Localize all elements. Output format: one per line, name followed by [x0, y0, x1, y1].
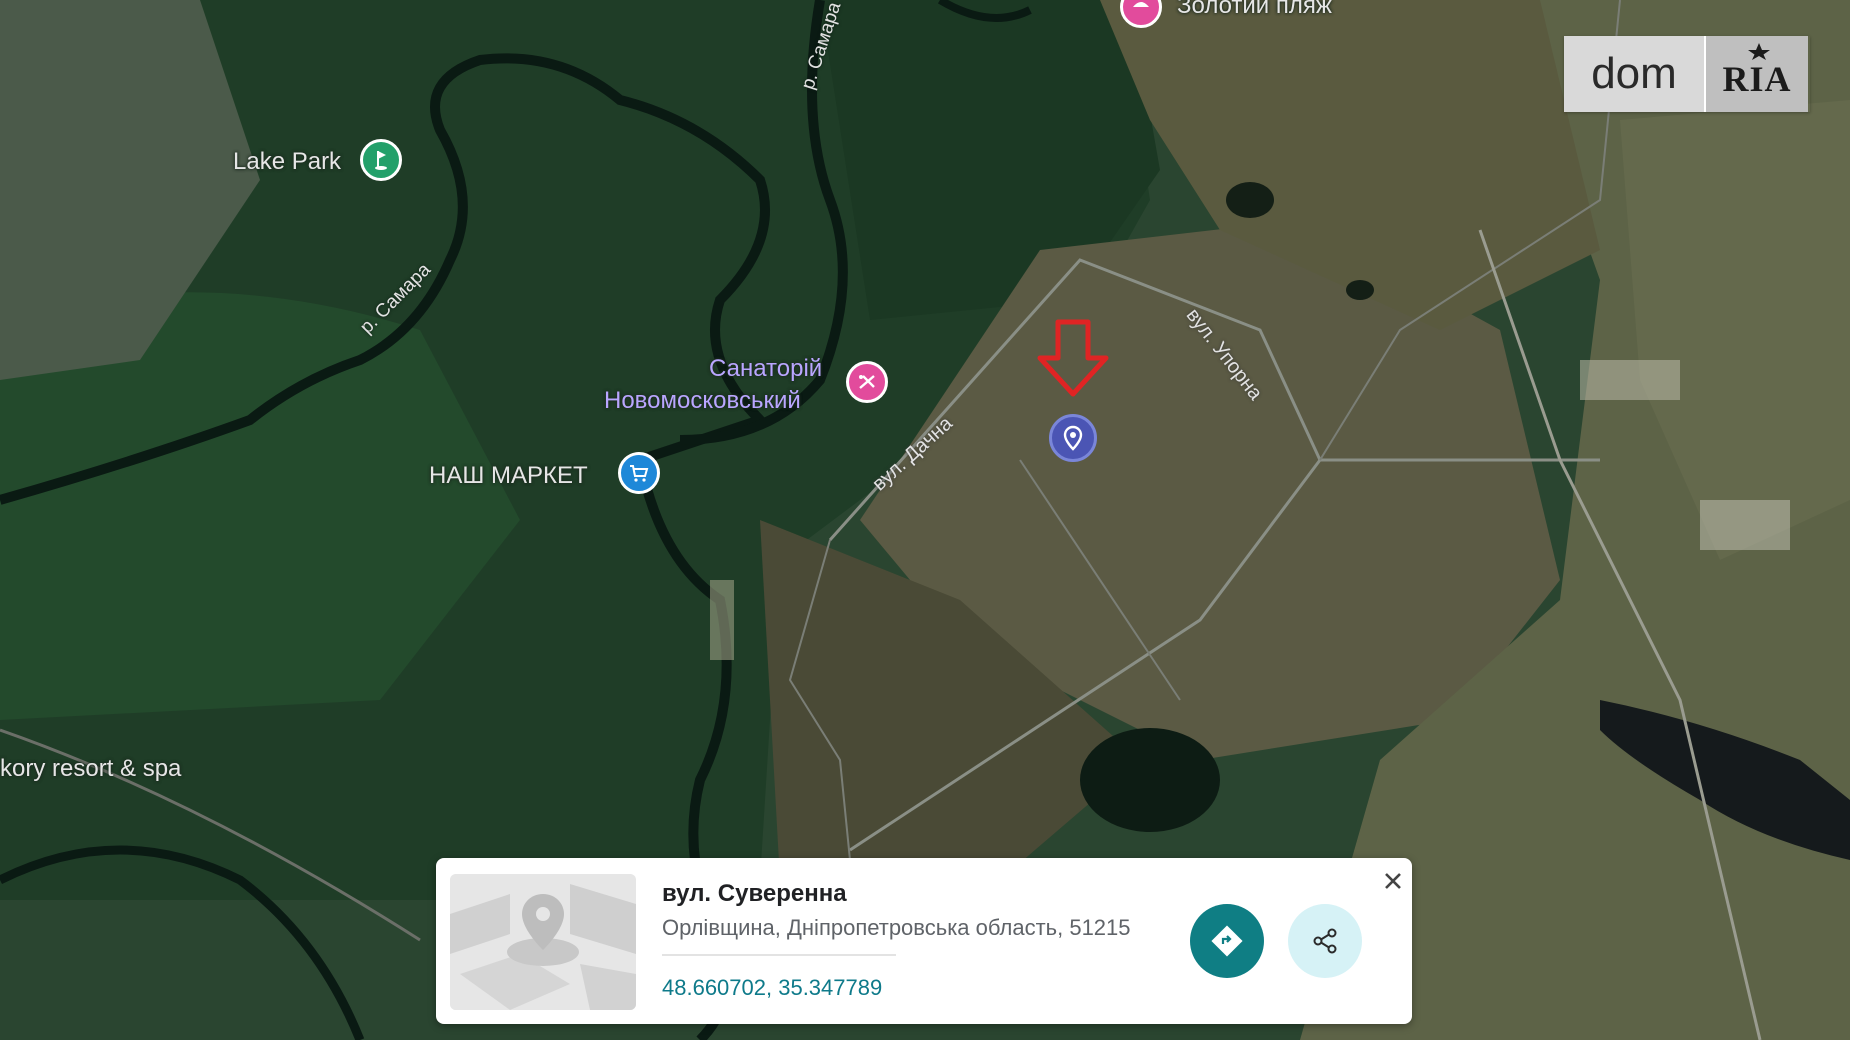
directions-icon: [1211, 925, 1243, 957]
logo-ria: RIA: [1704, 36, 1808, 112]
dom-ria-logo: dom RIA: [1564, 36, 1810, 112]
location-pin-icon: [1063, 425, 1083, 451]
map-view[interactable]: Lake Park Золотий пляж Санаторій Новомос…: [0, 0, 1850, 1040]
card-coordinates-link[interactable]: 48.660702, 35.347789: [662, 975, 882, 1001]
poi-pin-lake-park[interactable]: [360, 139, 402, 181]
poi-pin-sanatorium[interactable]: [846, 361, 888, 403]
poi-label-nash-market[interactable]: НАШ МАРКЕТ: [429, 462, 588, 490]
logo-dom: dom: [1564, 36, 1704, 112]
shopping-cart-icon: [630, 465, 649, 482]
directions-button[interactable]: [1190, 904, 1264, 978]
card-address: Орлівщина, Дніпропетровська область, 512…: [662, 915, 1131, 940]
red-arrow-marker: [1037, 319, 1109, 397]
poi-label-lake-park[interactable]: Lake Park: [233, 148, 341, 176]
share-button[interactable]: [1288, 904, 1362, 978]
location-pin[interactable]: [1049, 414, 1097, 462]
card-title: вул. Суверенна: [662, 880, 847, 907]
close-icon: [1385, 873, 1401, 889]
share-icon: [1313, 928, 1337, 954]
location-thumbnail: [450, 874, 636, 1010]
spa-icon: [859, 375, 875, 389]
star-icon: [1748, 43, 1770, 60]
poi-label-sanatorium-line1[interactable]: Санаторій: [709, 355, 822, 383]
golf-icon: [375, 151, 387, 170]
poi-label-sanatorium-line2[interactable]: Новомосковський: [604, 387, 801, 415]
poi-pin-nash-market[interactable]: [618, 452, 660, 494]
close-button[interactable]: [1378, 866, 1408, 896]
poi-label-resort[interactable]: kory resort & spa: [0, 755, 181, 783]
logo-ria-text: RIA: [1722, 59, 1792, 99]
beach-icon: [1133, 2, 1149, 7]
location-info-card: вул. Суверенна Орлівщина, Дніпропетровсь…: [436, 858, 1412, 1024]
poi-label-zolotyi-plyazh[interactable]: Золотий пляж: [1177, 0, 1332, 20]
card-divider: [662, 954, 896, 956]
